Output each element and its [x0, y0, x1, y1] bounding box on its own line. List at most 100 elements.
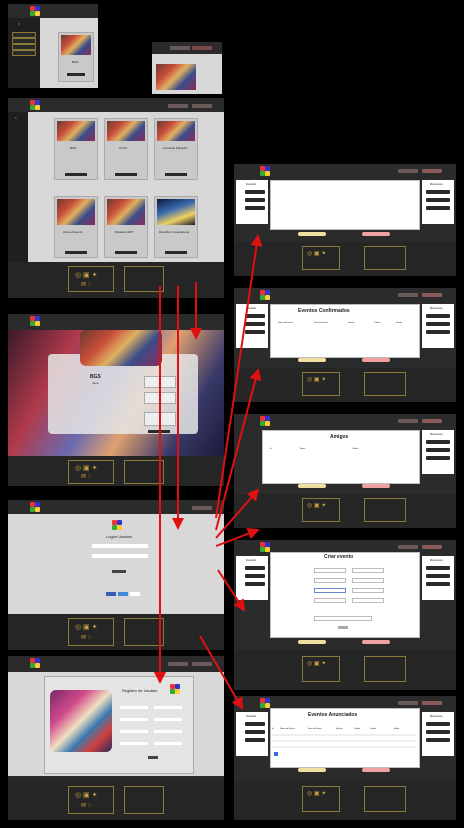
nav-button[interactable]	[398, 169, 418, 173]
social-icons[interactable]: ◎ ▣ ✦	[307, 502, 326, 509]
nav-button[interactable]	[168, 104, 188, 108]
menu-item[interactable]	[426, 206, 450, 210]
view-event-button[interactable]	[65, 251, 87, 254]
menu-item[interactable]	[245, 722, 265, 726]
nav-button[interactable]	[192, 662, 212, 666]
social-icons[interactable]: ◎ ▣ ✦	[75, 464, 97, 472]
menu-item[interactable]	[426, 722, 450, 726]
form-field[interactable]	[314, 598, 346, 603]
contact-icons[interactable]: ✉ ◌	[81, 802, 91, 809]
menu-item[interactable]	[426, 582, 450, 586]
menu-item[interactable]	[245, 330, 265, 334]
nav-button[interactable]	[398, 545, 418, 549]
form-field[interactable]	[314, 578, 346, 583]
register-button[interactable]	[148, 756, 158, 759]
nav-button[interactable]	[170, 46, 190, 50]
nav-button[interactable]	[422, 701, 442, 705]
nav-button[interactable]	[398, 293, 418, 297]
menu-item[interactable]	[426, 198, 450, 202]
social-icons[interactable]: ◎ ▣ ✦	[307, 660, 326, 667]
form-field[interactable]	[314, 568, 346, 573]
view-event-button[interactable]	[165, 251, 187, 254]
nav-button[interactable]	[422, 169, 442, 173]
action-button[interactable]	[298, 484, 326, 488]
form-field[interactable]	[352, 578, 384, 583]
menu-item[interactable]	[426, 566, 450, 570]
twitter-button[interactable]	[118, 592, 128, 596]
menu-item[interactable]	[245, 566, 265, 570]
nav-button[interactable]	[398, 419, 418, 423]
menu-item[interactable]	[426, 440, 450, 444]
view-event-button[interactable]	[65, 173, 87, 176]
action-button[interactable]	[362, 484, 390, 488]
form-field[interactable]	[154, 718, 182, 721]
menu-item[interactable]	[426, 730, 450, 734]
social-icons[interactable]: ◎ ▣ ✦	[307, 376, 326, 383]
form-field[interactable]	[154, 742, 182, 745]
social-icons[interactable]: ◎ ▣ ✦	[307, 250, 326, 257]
nav-button[interactable]	[398, 701, 418, 705]
form-field[interactable]	[352, 598, 384, 603]
social-icons[interactable]: ◎ ▣ ✦	[75, 791, 97, 799]
menu-item[interactable]	[245, 738, 265, 742]
username-field[interactable]	[92, 544, 148, 548]
form-field[interactable]	[314, 616, 372, 621]
contact-icons[interactable]: ✉ ◌	[81, 281, 91, 288]
contact-icons[interactable]: ✉ ◌	[81, 634, 91, 641]
form-field[interactable]	[154, 730, 182, 733]
action-button[interactable]	[362, 768, 390, 772]
view-event-button[interactable]	[115, 173, 137, 176]
action-button[interactable]	[298, 640, 326, 644]
nav-button[interactable]	[192, 506, 212, 510]
action-button[interactable]	[362, 358, 390, 362]
action-button[interactable]	[298, 768, 326, 772]
view-event-button[interactable]	[115, 251, 137, 254]
nav-button[interactable]	[422, 419, 442, 423]
nav-button[interactable]	[422, 545, 442, 549]
menu-item[interactable]	[245, 574, 265, 578]
menu-item[interactable]	[245, 582, 265, 586]
nav-button[interactable]	[422, 293, 442, 297]
action-button[interactable]	[298, 358, 326, 362]
form-field[interactable]	[120, 706, 148, 709]
nav-button[interactable]	[192, 104, 212, 108]
menu-item[interactable]	[245, 730, 265, 734]
menu-item[interactable]	[426, 574, 450, 578]
confirm-button[interactable]	[148, 430, 170, 433]
nav-button[interactable]	[168, 662, 188, 666]
menu-item[interactable]	[245, 314, 265, 318]
view-event-button[interactable]	[67, 73, 85, 76]
social-icons[interactable]: ◎ ▣ ✦	[307, 790, 326, 797]
menu-item[interactable]	[245, 322, 265, 326]
contact-icons[interactable]: ✉ ◌	[81, 473, 91, 480]
menu-icon[interactable]: ≡	[18, 22, 20, 26]
form-field[interactable]	[352, 588, 384, 593]
form-field[interactable]	[120, 742, 148, 745]
form-field[interactable]	[120, 718, 148, 721]
login-button[interactable]	[112, 570, 126, 573]
menu-item[interactable]	[426, 314, 450, 318]
menu-item[interactable]	[245, 206, 265, 210]
action-button[interactable]	[362, 640, 390, 644]
sidebar-item[interactable]	[12, 50, 36, 56]
google-button[interactable]	[130, 592, 140, 596]
social-icons[interactable]: ◎ ▣ ✦	[75, 271, 97, 279]
page-button[interactable]	[274, 752, 278, 756]
action-button[interactable]	[362, 232, 390, 236]
form-field[interactable]	[314, 588, 346, 593]
menu-item[interactable]	[426, 456, 450, 460]
facebook-button[interactable]	[106, 592, 116, 596]
create-button[interactable]	[338, 626, 348, 629]
action-button[interactable]	[298, 232, 326, 236]
form-field[interactable]	[352, 568, 384, 573]
form-field[interactable]	[120, 730, 148, 733]
menu-item[interactable]	[426, 738, 450, 742]
menu-icon[interactable]: ≡	[15, 116, 17, 120]
menu-item[interactable]	[426, 322, 450, 326]
menu-item[interactable]	[245, 190, 265, 194]
menu-item[interactable]	[426, 330, 450, 334]
menu-item[interactable]	[426, 448, 450, 452]
view-event-button[interactable]	[165, 173, 187, 176]
social-icons[interactable]: ◎ ▣ ✦	[75, 623, 97, 631]
password-field[interactable]	[92, 554, 148, 558]
